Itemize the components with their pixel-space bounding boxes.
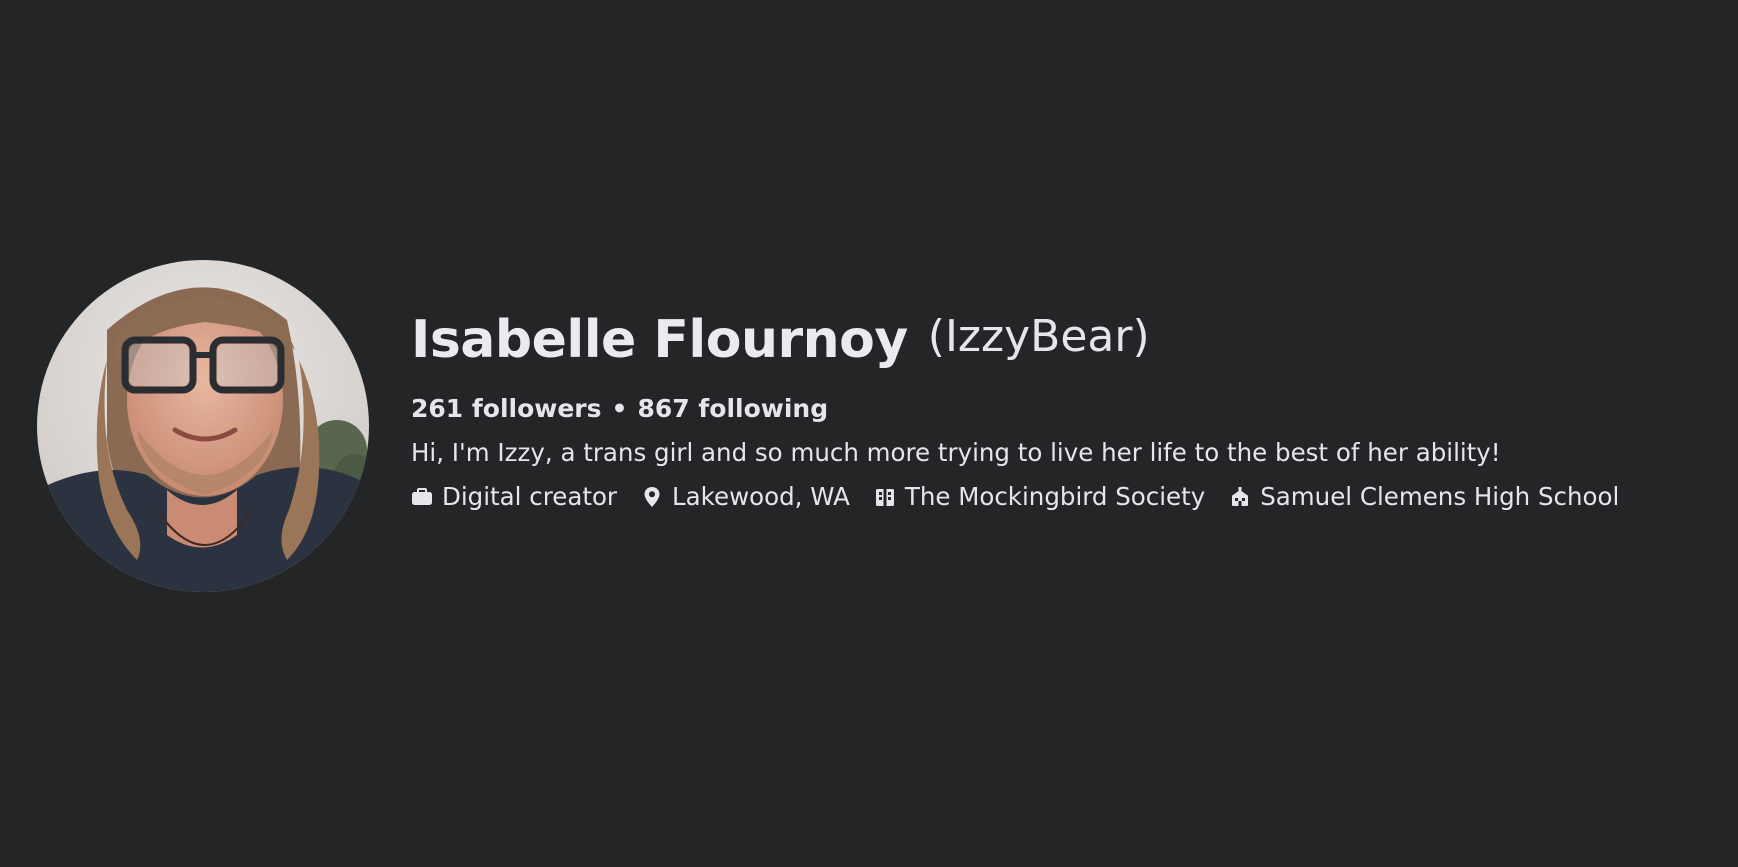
detail-school: Samuel Clemens High School xyxy=(1229,482,1619,511)
school-icon xyxy=(1229,486,1251,508)
detail-category: Digital creator xyxy=(411,482,617,511)
detail-workplace-label[interactable]: The Mockingbird Society xyxy=(905,482,1205,511)
name-row: Isabelle Flournoy (IzzyBear) xyxy=(411,310,1711,386)
briefcase-icon xyxy=(411,486,433,508)
profile-name[interactable]: Isabelle Flournoy xyxy=(411,310,908,370)
profile-header: Isabelle Flournoy (IzzyBear) 261 followe… xyxy=(37,260,1717,594)
detail-category-label: Digital creator xyxy=(442,482,618,511)
detail-school-label[interactable]: Samuel Clemens High School xyxy=(1260,482,1619,511)
profile-bio: Hi, I'm Izzy, a trans girl and so much m… xyxy=(411,438,1501,467)
detail-location-label[interactable]: Lakewood, WA xyxy=(672,482,850,511)
avatar-photo xyxy=(37,260,369,592)
following-link[interactable]: 867 following xyxy=(638,394,829,423)
location-pin-icon xyxy=(641,486,663,508)
profile-info: Isabelle Flournoy (IzzyBear) 261 followe… xyxy=(411,310,1711,511)
detail-workplace: The Mockingbird Society xyxy=(874,482,1205,511)
followers-link[interactable]: 261 followers xyxy=(411,394,602,423)
profile-nickname: (IzzyBear) xyxy=(927,311,1150,362)
profile-avatar[interactable] xyxy=(37,260,369,592)
detail-location: Lakewood, WA xyxy=(641,482,850,511)
profile-details: Digital creator Lakewood, WA The Mocking… xyxy=(411,482,1711,511)
building-icon xyxy=(874,486,896,508)
follow-counts: 261 followers • 867 following xyxy=(411,394,1711,423)
counts-separator: • xyxy=(611,394,628,423)
